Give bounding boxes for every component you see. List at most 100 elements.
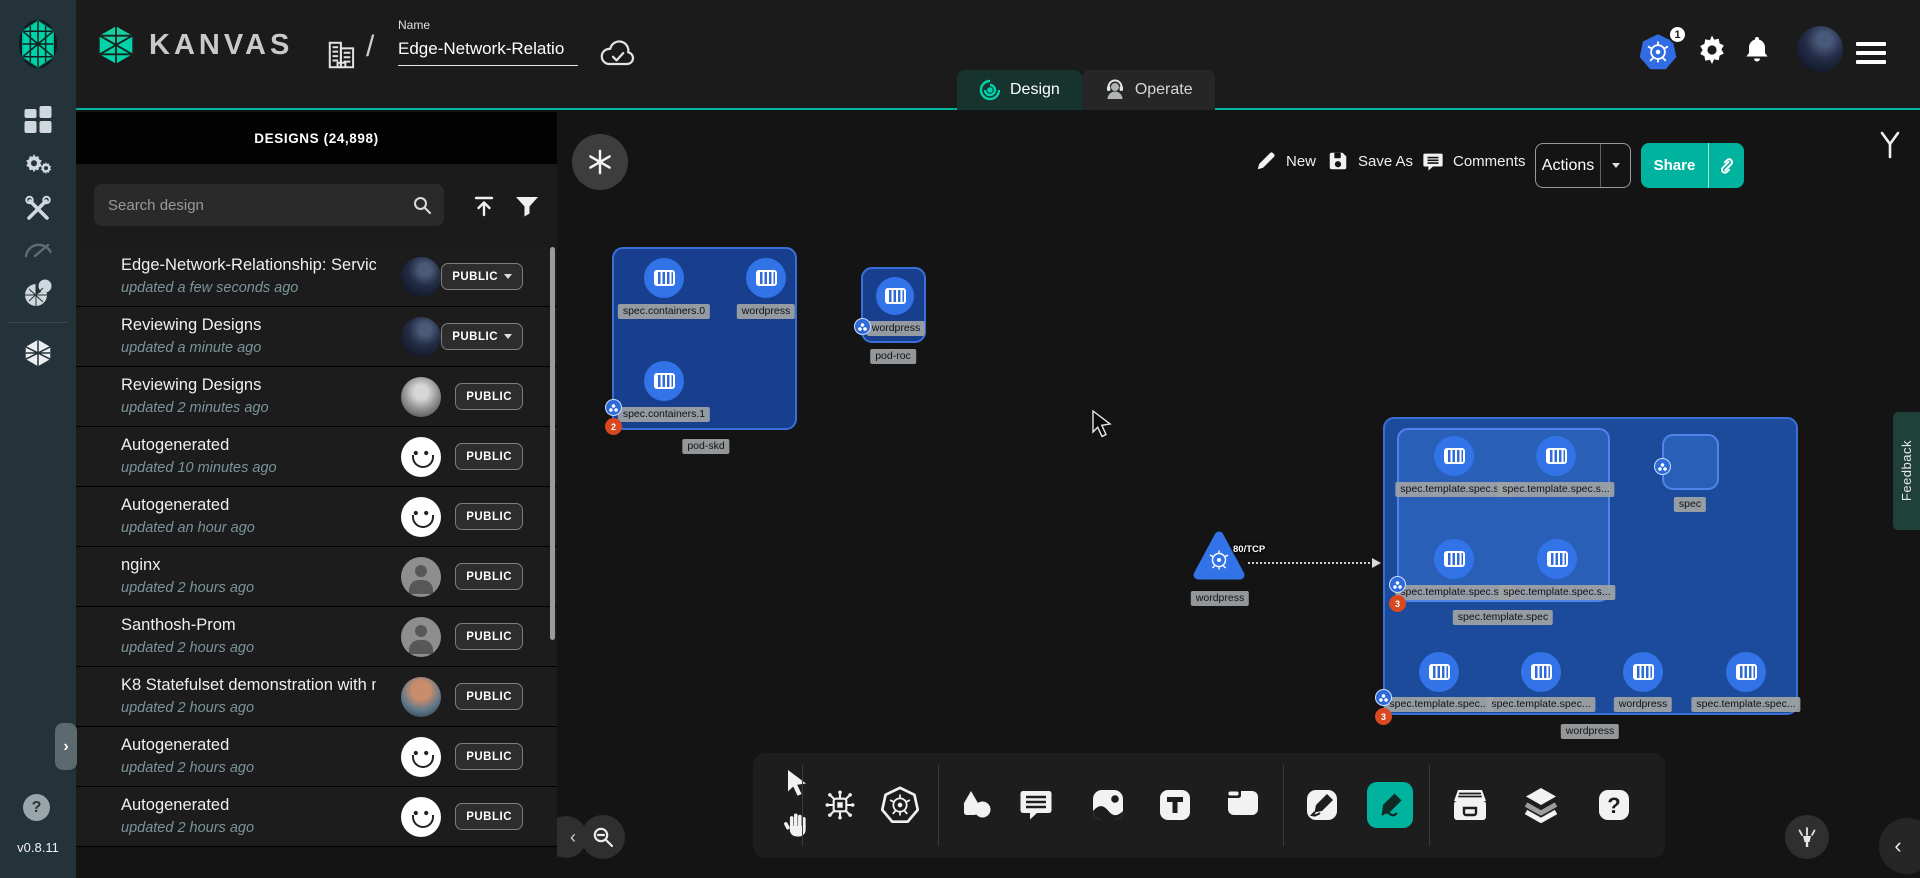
share-button[interactable]: Share — [1641, 143, 1744, 188]
visibility-badge[interactable]: PUBLIC — [455, 563, 523, 590]
help-button[interactable]: ? — [23, 794, 50, 821]
right-panel-toggle-icon[interactable] — [1875, 128, 1905, 162]
service-edge[interactable] — [1248, 562, 1378, 564]
pan-tool[interactable] — [780, 808, 814, 842]
design-search-input[interactable] — [94, 184, 394, 226]
freehand-draw-tool[interactable] — [1367, 782, 1413, 828]
container-node[interactable] — [746, 258, 786, 298]
container-node[interactable] — [644, 258, 684, 298]
notifications-bell-icon[interactable] — [1742, 34, 1772, 66]
visibility-badge[interactable]: PUBLIC — [455, 383, 523, 410]
nav-extensions[interactable] — [21, 276, 55, 310]
shapes-tool[interactable] — [952, 782, 998, 828]
container-node[interactable] — [1726, 652, 1766, 692]
node-group-spec-template-spec[interactable]: spec.template.spec.s... spec.template.sp… — [1397, 428, 1610, 602]
copy-link-button[interactable] — [1708, 143, 1744, 188]
container-node[interactable] — [644, 361, 684, 401]
new-design-button[interactable]: New — [1255, 150, 1316, 172]
filter-icon[interactable] — [514, 194, 540, 218]
text-tool[interactable] — [1152, 782, 1198, 828]
nav-lifecycle[interactable] — [21, 150, 55, 180]
tab-operate[interactable]: Operate — [1082, 70, 1215, 110]
container-icon — [885, 288, 906, 304]
issue-count-badge[interactable]: 2 — [605, 418, 622, 435]
annotation-tool[interactable] — [1013, 782, 1059, 828]
menu-hamburger-icon[interactable] — [1856, 42, 1886, 64]
container-node[interactable] — [1623, 652, 1663, 692]
design-owner-avatar — [401, 317, 441, 357]
designs-scrollbar[interactable] — [550, 247, 555, 640]
visibility-badge[interactable]: PUBLIC — [455, 623, 523, 650]
collapse-right-button[interactable]: ‹ — [1879, 818, 1920, 874]
center-locate-button[interactable] — [1785, 815, 1829, 859]
expand-sidebar-button[interactable]: › — [55, 723, 77, 770]
node-spec[interactable] — [1662, 434, 1719, 490]
help-tool[interactable]: ? — [1591, 782, 1637, 828]
visibility-badge[interactable]: PUBLIC — [455, 683, 523, 710]
issue-count-badge[interactable]: 3 — [1375, 708, 1392, 725]
visibility-label: PUBLIC — [466, 451, 512, 463]
sticky-note-tool[interactable] — [1220, 782, 1266, 828]
left-nav: › ? v0.8.11 — [0, 0, 76, 878]
nav-performance[interactable] — [21, 236, 55, 262]
visibility-badge[interactable]: PUBLIC — [455, 743, 523, 770]
issue-count-badge[interactable]: 3 — [1389, 595, 1406, 612]
node-group-deployment-wordpress[interactable]: spec.template.spec.s... spec.template.sp… — [1383, 417, 1798, 715]
visibility-badge[interactable]: PUBLIC — [455, 803, 523, 830]
nav-dashboard[interactable] — [25, 106, 52, 133]
image-tool[interactable] — [1085, 782, 1131, 828]
actions-caret[interactable] — [1600, 144, 1630, 187]
design-list-item[interactable]: Reviewing Designs updated a minute ago P… — [76, 307, 557, 367]
design-list-item[interactable]: K8 Statefulset demonstration with mo upd… — [76, 667, 557, 727]
visibility-badge[interactable]: PUBLIC — [455, 503, 523, 530]
visibility-badge[interactable]: PUBLIC — [441, 323, 523, 350]
container-node[interactable] — [1521, 652, 1561, 692]
edge-connect-tool[interactable] — [1299, 782, 1345, 828]
feedback-tab[interactable]: Feedback — [1893, 412, 1920, 530]
k8s-context-switcher[interactable]: 1 — [1638, 31, 1680, 75]
container-node[interactable] — [1537, 539, 1577, 579]
dock-toggle-button[interactable] — [572, 134, 628, 190]
zoom-button[interactable] — [581, 815, 625, 859]
design-list-item[interactable]: Santhosh-Prom updated 2 hours ago PUBLIC — [76, 607, 557, 667]
design-list-item[interactable]: Autogenerated updated 2 hours ago PUBLIC — [76, 727, 557, 787]
nav-configuration[interactable] — [22, 192, 54, 224]
service-node-wordpress[interactable] — [1193, 530, 1245, 582]
visibility-badge[interactable]: PUBLIC — [455, 443, 523, 470]
components-tool[interactable] — [817, 782, 863, 828]
select-tool[interactable] — [780, 765, 814, 799]
container-node[interactable] — [1536, 436, 1576, 476]
brand[interactable]: KANVAS — [95, 24, 293, 66]
user-avatar[interactable] — [1797, 26, 1843, 72]
container-node[interactable] — [876, 277, 914, 315]
pencil-new-icon — [1255, 150, 1277, 172]
design-list-item[interactable]: Autogenerated updated 10 minutes ago PUB… — [76, 427, 557, 487]
design-name-input[interactable] — [398, 37, 578, 66]
design-list-item[interactable]: Autogenerated updated an hour ago PUBLIC — [76, 487, 557, 547]
design-list-item[interactable]: Autogenerated updated 2 hours ago PUBLIC — [76, 787, 557, 847]
deployment-kind-badge — [1375, 689, 1392, 706]
design-drawer-tool[interactable] — [1447, 782, 1493, 828]
container-node[interactable] — [1434, 539, 1474, 579]
container-node[interactable] — [1419, 652, 1459, 692]
tab-design[interactable]: Design — [957, 70, 1082, 110]
layers-tool[interactable] — [1518, 782, 1564, 828]
import-design-icon[interactable] — [472, 194, 496, 218]
search-icon[interactable] — [412, 195, 432, 215]
container-node[interactable] — [1434, 436, 1474, 476]
settings-gear-icon[interactable] — [1696, 34, 1728, 66]
design-list-item[interactable]: nginx updated 2 hours ago PUBLIC — [76, 547, 557, 607]
nav-kanvas-active[interactable] — [21, 336, 55, 370]
visibility-badge[interactable]: PUBLIC — [441, 263, 523, 290]
node-group-pod-roc[interactable]: wordpress — [861, 267, 926, 343]
kubernetes-tool[interactable] — [877, 782, 923, 828]
node-group-pod-skd[interactable]: spec.containers.0 wordpress spec.contain… — [612, 247, 797, 430]
design-list-item[interactable]: Reviewing Designs updated 2 minutes ago … — [76, 367, 557, 427]
save-as-button[interactable]: Save As — [1327, 150, 1413, 172]
design-canvas[interactable]: New Save As Comments Actions Share — [557, 112, 1920, 878]
layer5-logo-icon[interactable] — [15, 16, 61, 72]
actions-dropdown-button[interactable]: Actions — [1535, 143, 1631, 188]
organization-icon[interactable] — [322, 34, 362, 76]
design-list-item[interactable]: Edge-Network-Relationship: Service updat… — [76, 247, 557, 307]
comments-button[interactable]: Comments — [1422, 150, 1526, 172]
